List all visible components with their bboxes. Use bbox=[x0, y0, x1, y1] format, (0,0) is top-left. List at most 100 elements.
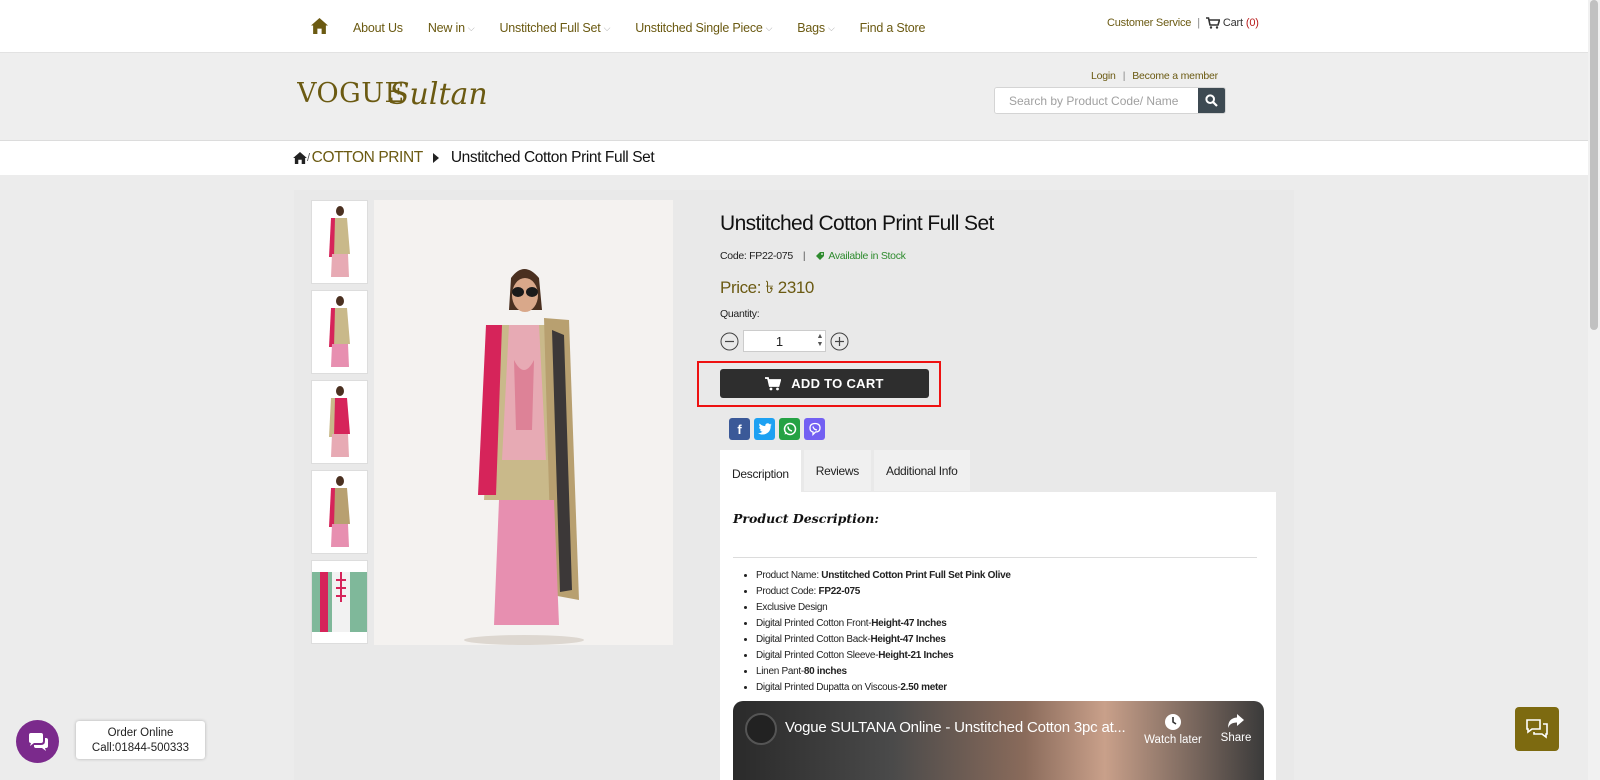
nav-item-label: Unstitched Single Piece bbox=[635, 21, 763, 35]
site-header bbox=[0, 53, 1588, 140]
separator: | bbox=[1122, 70, 1126, 82]
thumbnail-gallery bbox=[311, 200, 368, 650]
quantity-value: 1 bbox=[775, 333, 784, 349]
vogue-sultana-logo[interactable]: VOGUE Sultana bbox=[297, 60, 487, 120]
breadcrumb-current: Unstitched Cotton Print Full Set bbox=[450, 149, 655, 166]
support-chat-button[interactable] bbox=[1515, 707, 1559, 751]
logo-text-sultana: Sultana bbox=[389, 77, 487, 112]
twitter-icon[interactable] bbox=[754, 418, 775, 440]
tab-reviews[interactable]: Reviews bbox=[803, 450, 871, 491]
product-thumbnail[interactable] bbox=[311, 290, 368, 374]
chat-bubbles-icon bbox=[28, 732, 48, 751]
cart-link[interactable]: Cart (0) bbox=[1205, 17, 1259, 29]
youtube-video-embed[interactable]: Vogue SULTANA Online - Unstitched Cotton… bbox=[733, 701, 1264, 780]
home-icon[interactable] bbox=[293, 152, 307, 164]
chevron-down-icon: ⌵ bbox=[467, 22, 475, 33]
product-thumbnail[interactable] bbox=[311, 200, 368, 284]
nav-item-new-in[interactable]: New in ⌵ bbox=[428, 21, 475, 35]
description-item-text: Product Code: bbox=[756, 586, 819, 597]
search-input[interactable] bbox=[995, 88, 1198, 113]
description-heading: Product Description: bbox=[733, 511, 879, 526]
add-to-cart-label: ADD TO CART bbox=[791, 376, 884, 391]
description-item-value: Height-21 Inches bbox=[878, 650, 954, 661]
description-item-text: Digital Printed Cotton Front- bbox=[756, 618, 872, 629]
product-price: Price: ৳ 2310 bbox=[720, 278, 814, 297]
tab-additional-info[interactable]: Additional Info bbox=[873, 450, 970, 491]
clock-icon bbox=[1165, 714, 1181, 730]
chat-launcher-button[interactable] bbox=[16, 720, 59, 763]
description-item: Digital Printed Cotton Front-Height-47 I… bbox=[756, 616, 1011, 632]
divider bbox=[733, 557, 1257, 558]
nav-item-unstitched-full-set[interactable]: Unstitched Full Set ⌵ bbox=[499, 21, 610, 35]
order-online-tooltip[interactable]: Order Online Call:01844-500333 bbox=[76, 721, 205, 759]
watch-later-button[interactable]: Watch later bbox=[1138, 713, 1208, 746]
code-label: Code: bbox=[720, 250, 747, 262]
search-button[interactable] bbox=[1198, 88, 1225, 113]
scrollbar-thumb[interactable] bbox=[1590, 0, 1598, 330]
product-thumbnail[interactable] bbox=[311, 470, 368, 554]
description-item: Digital Printed Dupatta on Viscous-2.50 … bbox=[756, 680, 1011, 696]
quantity-stepper: 1 ▲ ▼ bbox=[720, 330, 849, 352]
product-code: FP22-075 bbox=[749, 250, 793, 262]
watch-later-label: Watch later bbox=[1144, 734, 1202, 746]
quantity-spinner[interactable]: ▲ ▼ bbox=[815, 333, 825, 349]
stock-text: Available in Stock bbox=[828, 250, 906, 262]
thumbnail-figure bbox=[328, 206, 350, 277]
breadcrumb-arrow-icon bbox=[432, 153, 439, 163]
description-item: Product Code: FP22-075 bbox=[756, 584, 1011, 600]
nav-item-about-us[interactable]: About Us bbox=[353, 21, 403, 35]
cart-icon bbox=[1205, 17, 1220, 29]
nav-item-find-a-store[interactable]: Find a Store bbox=[860, 21, 926, 35]
product-tabs: Description Reviews Additional Info bbox=[720, 450, 970, 493]
share-button[interactable]: Share bbox=[1211, 713, 1261, 744]
viber-icon[interactable] bbox=[804, 418, 825, 440]
facebook-icon[interactable]: f bbox=[729, 418, 750, 440]
become-member-link[interactable]: Become a member bbox=[1132, 70, 1218, 82]
top-navigation: About Us New in ⌵ Unstitched Full Set ⌵ Unsti… bbox=[0, 0, 1588, 53]
main-product-image[interactable] bbox=[374, 200, 673, 645]
description-item: Exclusive Design bbox=[756, 600, 1011, 616]
description-item: Digital Printed Cotton Back-Height-47 In… bbox=[756, 632, 1011, 648]
video-title[interactable]: Vogue SULTANA Online - Unstitched Cotton… bbox=[785, 719, 1126, 736]
account-links: Login | Become a member bbox=[1091, 70, 1218, 82]
description-item-text: Digital Printed Cotton Back- bbox=[756, 634, 871, 645]
plus-circle-icon[interactable] bbox=[830, 332, 849, 351]
order-phone-text: Call:01844-500333 bbox=[91, 742, 190, 754]
channel-avatar[interactable] bbox=[745, 713, 777, 745]
search-icon bbox=[1205, 94, 1218, 107]
tag-icon bbox=[816, 252, 825, 260]
cart-icon bbox=[765, 376, 782, 390]
breadcrumb-bar: / COTTON PRINT Unstitched Cotton Print F… bbox=[0, 140, 1588, 175]
product-thumbnail[interactable] bbox=[311, 560, 368, 644]
tab-description[interactable]: Description bbox=[720, 450, 801, 493]
add-to-cart-button[interactable]: ADD TO CART bbox=[720, 369, 929, 398]
nav-item-unstitched-single-piece[interactable]: Unstitched Single Piece ⌵ bbox=[635, 21, 772, 35]
breadcrumb-category-link[interactable]: COTTON PRINT bbox=[312, 149, 424, 167]
search-box bbox=[994, 87, 1226, 114]
order-online-text: Order Online bbox=[107, 727, 174, 739]
cart-count: (0) bbox=[1245, 17, 1259, 29]
quantity-label: Quantity: bbox=[720, 308, 760, 320]
minus-circle-icon[interactable] bbox=[720, 332, 739, 351]
nav-item-bags[interactable]: Bags ⌵ bbox=[797, 21, 835, 35]
description-item: Digital Printed Cotton Sleeve-Height-21 … bbox=[756, 648, 1011, 664]
description-item-text: Linen Pant- bbox=[756, 666, 804, 677]
utility-links: Customer Service | Cart (0) bbox=[1107, 17, 1259, 29]
description-item-text: Digital Printed Cotton Sleeve- bbox=[756, 650, 879, 661]
description-item: Product Name: Unstitched Cotton Print Fu… bbox=[756, 568, 1011, 584]
page-scrollbar[interactable] bbox=[1588, 0, 1600, 780]
nav-item-label: New in bbox=[427, 21, 465, 35]
product-thumbnail[interactable] bbox=[311, 380, 368, 464]
thumbnail-figure bbox=[328, 296, 350, 367]
product-title: Unstitched Cotton Print Full Set bbox=[720, 212, 994, 235]
description-list: Product Name: Unstitched Cotton Print Fu… bbox=[756, 568, 1011, 696]
description-item-value: FP22-075 bbox=[818, 586, 861, 597]
description-item-text: Product Name: bbox=[756, 570, 822, 581]
home-icon[interactable] bbox=[311, 18, 328, 34]
customer-service-link[interactable]: Customer Service bbox=[1107, 17, 1191, 29]
description-item-text: Digital Printed Dupatta on Viscous- bbox=[756, 682, 901, 693]
nav-item-label: Bags bbox=[797, 21, 825, 35]
whatsapp-icon[interactable] bbox=[779, 418, 800, 440]
login-link[interactable]: Login bbox=[1091, 70, 1116, 82]
quantity-input[interactable]: 1 ▲ ▼ bbox=[743, 330, 826, 352]
